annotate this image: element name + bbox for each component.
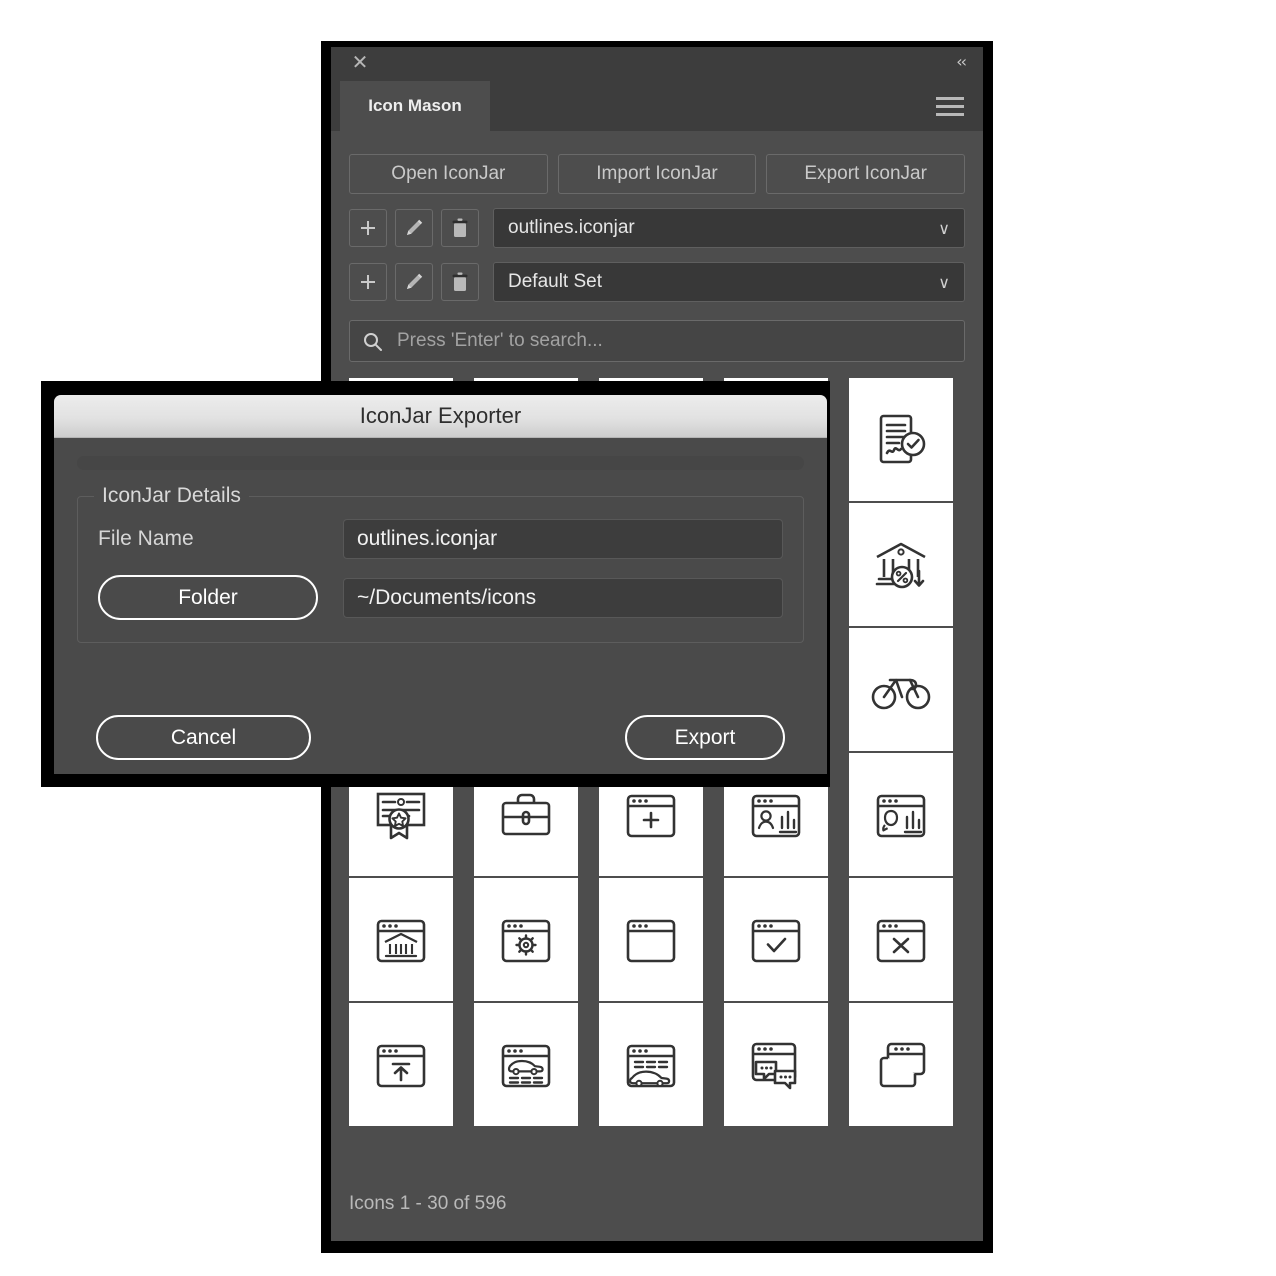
plus-icon <box>361 275 375 289</box>
iconjar-dropdown[interactable]: outlines.iconjar ∨ <box>493 208 965 248</box>
icon-grid-cell[interactable] <box>849 878 953 1001</box>
export-button[interactable]: Export <box>625 715 785 760</box>
add-iconset-button[interactable] <box>349 263 387 301</box>
certificate-award-icon <box>376 792 426 839</box>
icon-grid-cell[interactable] <box>599 878 703 1001</box>
icon-grid-cell[interactable] <box>599 1003 703 1126</box>
close-icon[interactable]: ✕ <box>349 51 371 73</box>
icon-grid-cell[interactable] <box>349 1003 453 1126</box>
trash-icon <box>452 272 468 291</box>
icon-grid-cell[interactable] <box>849 753 953 876</box>
icon-grid-cell[interactable] <box>849 503 953 626</box>
iconset-selector-row: Default Set ∨ <box>349 262 965 302</box>
icon-grid-cell[interactable] <box>849 378 953 501</box>
iconjar-details-fieldset: IconJar Details File Name outlines.iconj… <box>77 484 804 643</box>
browser-bank-icon <box>376 919 426 962</box>
results-status-label: Icons 1 - 30 of 596 <box>349 1193 507 1214</box>
dialog-frame: IconJar Exporter IconJar Details File Na… <box>41 381 830 787</box>
browser-tabs-icon <box>879 1042 926 1087</box>
panel-titlebar: ✕ ‹‹ <box>331 47 983 81</box>
file-name-field[interactable]: outlines.iconjar <box>343 519 783 559</box>
double-chevron-left-icon[interactable]: ‹‹ <box>956 52 967 72</box>
iconjar-selector-row: outlines.iconjar ∨ <box>349 208 965 248</box>
cancel-button[interactable]: Cancel <box>96 715 311 760</box>
icon-grid-cell[interactable] <box>474 1003 578 1126</box>
add-iconjar-button[interactable] <box>349 209 387 247</box>
dialog-footer: Cancel Export <box>54 715 827 760</box>
iconset-dropdown-value: Default Set <box>508 271 602 292</box>
tab-icon-mason[interactable]: Icon Mason <box>340 81 490 131</box>
signed-document-check-icon <box>879 414 926 463</box>
chevron-down-icon: ∨ <box>938 218 950 238</box>
iconjar-toolbar: Open IconJar Import IconJar Export IconJ… <box>349 154 966 194</box>
folder-path-field[interactable]: ~/Documents/icons <box>343 577 783 618</box>
search-icon <box>364 332 382 351</box>
browser-profile-chart-icon <box>751 794 801 837</box>
delete-iconset-button[interactable] <box>441 263 479 301</box>
iconset-dropdown[interactable]: Default Set ∨ <box>493 262 965 302</box>
icon-grid-cell[interactable] <box>474 878 578 1001</box>
icon-grid-cell[interactable] <box>349 878 453 1001</box>
briefcase-icon <box>501 793 551 835</box>
search-bar[interactable] <box>349 320 965 362</box>
browser-add-icon <box>626 794 676 837</box>
file-name-row: File Name outlines.iconjar <box>98 519 783 559</box>
dialog-title: IconJar Exporter <box>359 403 522 428</box>
edit-iconjar-button[interactable] <box>395 209 433 247</box>
icon-grid-cell[interactable] <box>724 1003 828 1126</box>
bicycle-icon <box>871 678 931 709</box>
hamburger-menu-icon[interactable] <box>936 97 964 116</box>
browser-car-search-icon <box>626 1044 676 1087</box>
browser-upload-icon <box>376 1044 426 1087</box>
chevron-down-icon: ∨ <box>938 272 950 292</box>
browser-window-icon <box>626 919 676 962</box>
iconjar-dropdown-value: outlines.iconjar <box>508 217 635 238</box>
export-iconjar-button[interactable]: Export IconJar <box>766 154 966 194</box>
iconjar-exporter-dialog: IconJar Exporter IconJar Details File Na… <box>54 395 827 774</box>
icon-grid-cell[interactable] <box>724 878 828 1001</box>
screenshot-root: ✕ ‹‹ Icon Mason Open IconJar Import Icon… <box>0 0 1276 1276</box>
browser-profile-chart-alt-icon <box>876 794 926 837</box>
folder-row: Folder ~/Documents/icons <box>98 575 783 620</box>
fieldset-legend: IconJar Details <box>94 484 249 508</box>
icon-grid-cell[interactable] <box>849 1003 953 1126</box>
browser-close-icon <box>876 919 926 962</box>
pencil-icon <box>407 273 423 289</box>
search-input[interactable] <box>395 329 952 353</box>
delete-iconjar-button[interactable] <box>441 209 479 247</box>
browser-chat-icon <box>751 1042 797 1089</box>
pencil-icon <box>407 219 423 235</box>
bank-discount-down-icon <box>875 542 926 588</box>
tab-label: Icon Mason <box>368 96 462 115</box>
edit-iconset-button[interactable] <box>395 263 433 301</box>
trash-icon <box>452 218 468 237</box>
file-name-label: File Name <box>98 527 194 550</box>
browser-settings-icon <box>501 919 551 962</box>
plus-icon <box>361 221 375 235</box>
open-iconjar-button[interactable]: Open IconJar <box>349 154 548 194</box>
browser-check-icon <box>751 919 801 962</box>
dialog-titlebar: IconJar Exporter <box>54 395 827 438</box>
progress-bar <box>77 456 804 470</box>
import-iconjar-button[interactable]: Import IconJar <box>557 154 757 194</box>
icon-grid-cell[interactable] <box>849 628 953 751</box>
browser-car-listing-icon <box>501 1044 551 1087</box>
folder-chooser-button[interactable]: Folder <box>98 575 318 620</box>
panel-tabbar: Icon Mason <box>331 81 983 131</box>
